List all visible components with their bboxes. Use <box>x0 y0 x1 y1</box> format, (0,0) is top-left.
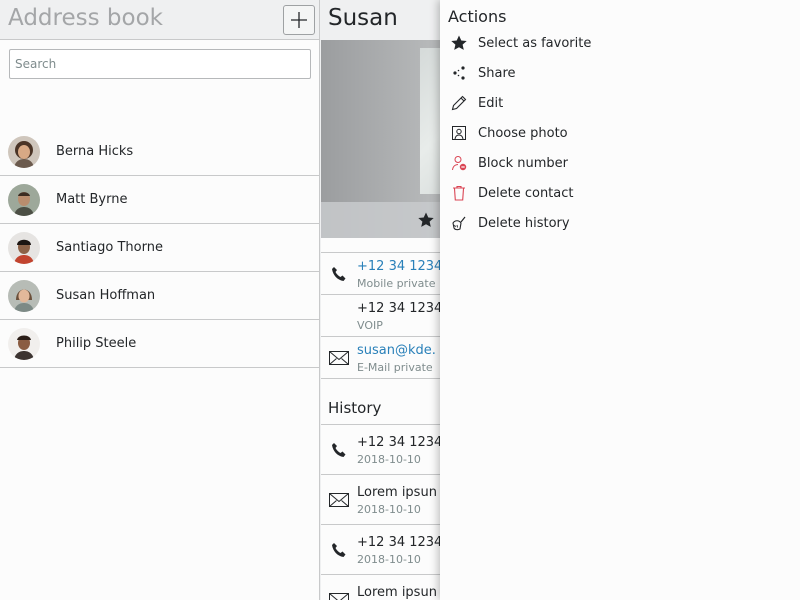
action-edit[interactable]: Edit <box>440 88 800 118</box>
pencil-icon <box>440 88 478 118</box>
field-label: E-Mail private <box>357 361 433 374</box>
history-date: 2018-10-10 <box>357 503 421 516</box>
contact-list-panel: Address book Berna Hicks Matt Byrne Sant… <box>0 0 320 600</box>
contact-name: Philip Steele <box>56 336 137 351</box>
avatar <box>8 327 40 360</box>
action-label: Block number <box>478 155 569 171</box>
page-title: Address book <box>8 5 163 31</box>
history-value: Lorem ipsun <box>357 585 437 600</box>
avatar <box>8 279 40 312</box>
clear-history-icon <box>440 208 478 238</box>
mail-icon <box>321 337 357 379</box>
contact-list-item[interactable]: Matt Byrne <box>0 176 319 224</box>
add-contact-button[interactable] <box>283 5 315 35</box>
contact-list-item[interactable]: Susan Hoffman <box>0 272 319 320</box>
search-input[interactable] <box>9 49 311 79</box>
action-label: Delete history <box>478 215 570 231</box>
avatar <box>8 183 40 216</box>
action-label: Select as favorite <box>478 35 592 51</box>
mail-icon <box>321 475 357 525</box>
plus-icon <box>291 12 307 28</box>
favorite-star-icon[interactable] <box>418 212 434 232</box>
mail-icon <box>321 575 357 600</box>
block-user-icon <box>440 148 478 178</box>
history-value: Lorem ipsun <box>357 485 437 500</box>
action-share[interactable]: Share <box>440 58 800 88</box>
field-label: VOIP <box>357 319 383 332</box>
drawer-title: Actions <box>448 7 507 26</box>
left-header: Address book <box>0 0 319 40</box>
phone-number[interactable]: +12 34 1234 <box>357 258 442 275</box>
action-label: Share <box>478 65 516 81</box>
action-label: Edit <box>478 95 504 111</box>
contact-list-item[interactable]: Santiago Thorne <box>0 224 319 272</box>
contact-name: Berna Hicks <box>56 144 134 159</box>
star-icon <box>440 28 478 58</box>
phone-icon <box>321 253 357 295</box>
trash-icon <box>440 178 478 208</box>
share-icon <box>440 58 478 88</box>
action-delete-contact[interactable]: Delete contact <box>440 178 800 208</box>
photo-icon <box>440 118 478 148</box>
search-area <box>0 40 319 128</box>
history-date: 2018-10-10 <box>357 453 421 466</box>
avatar <box>8 231 40 264</box>
actions-drawer: Actions Select as favorite Share Edit Ch… <box>440 0 800 600</box>
contact-list-item[interactable]: Berna Hicks <box>0 128 319 176</box>
action-label: Choose photo <box>478 125 568 141</box>
history-value: +12 34 1234 <box>357 435 443 450</box>
action-choose-photo[interactable]: Choose photo <box>440 118 800 148</box>
phone-icon <box>321 425 357 475</box>
avatar <box>8 135 40 168</box>
voip-number: +12 34 1234 <box>357 301 443 316</box>
action-block-number[interactable]: Block number <box>440 148 800 178</box>
contact-title: Susan <box>328 5 398 31</box>
action-delete-history[interactable]: Delete history <box>440 208 800 238</box>
contact-name: Susan Hoffman <box>56 288 156 303</box>
contact-name: Matt Byrne <box>56 192 128 207</box>
field-label: Mobile private <box>357 277 436 290</box>
history-value: +12 34 1234 <box>357 535 443 550</box>
contact-list-item[interactable]: Philip Steele <box>0 320 319 368</box>
action-select-favorite[interactable]: Select as favorite <box>440 28 800 58</box>
history-date: 2018-10-10 <box>357 553 421 566</box>
phone-icon <box>321 525 357 575</box>
action-label: Delete contact <box>478 185 574 201</box>
contact-name: Santiago Thorne <box>56 240 163 255</box>
email-address[interactable]: susan@kde. <box>357 342 436 359</box>
